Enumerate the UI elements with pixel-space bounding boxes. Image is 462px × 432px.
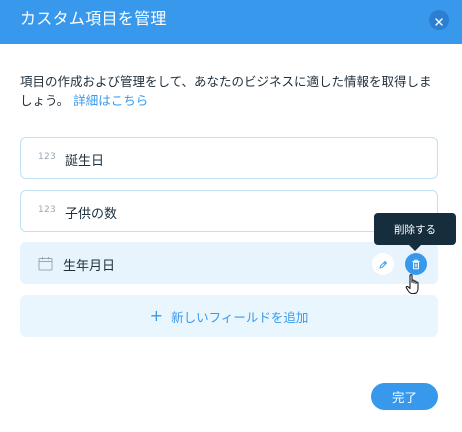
done-button[interactable]: 完了: [371, 383, 438, 410]
delete-tooltip: 削除する: [374, 213, 456, 245]
field-label: 子供の数: [65, 207, 118, 222]
field-label: 生年月日: [63, 259, 116, 274]
edit-button[interactable]: [372, 253, 394, 275]
number-type-icon: 123: [38, 152, 57, 162]
plus-icon: +: [149, 306, 164, 325]
number-type-icon: 123: [38, 205, 57, 215]
learn-more-link[interactable]: 詳細はこちら: [73, 93, 148, 108]
trash-icon: [411, 255, 421, 274]
custom-field-row-selected[interactable]: 生年月日: [20, 242, 438, 284]
close-button[interactable]: [429, 10, 449, 30]
add-field-button[interactable]: + 新しいフィールドを追加: [20, 295, 438, 337]
close-icon: [435, 11, 443, 30]
hand-pointer-icon: [404, 272, 426, 302]
dialog-description: 項目の作成および管理をして、あなたのビジネスに適した情報を取得しましょう。 詳細は…: [20, 72, 440, 110]
dialog-title: カスタム項目を管理: [20, 9, 167, 28]
pencil-icon: [378, 255, 388, 274]
field-label: 誕生日: [65, 154, 105, 169]
tooltip-arrow: [409, 245, 421, 251]
dialog-header: カスタム項目を管理: [0, 0, 462, 44]
add-field-label: 新しいフィールドを追加: [171, 309, 309, 325]
calendar-icon: [38, 256, 53, 275]
custom-field-row[interactable]: 123 誕生日: [20, 137, 438, 179]
